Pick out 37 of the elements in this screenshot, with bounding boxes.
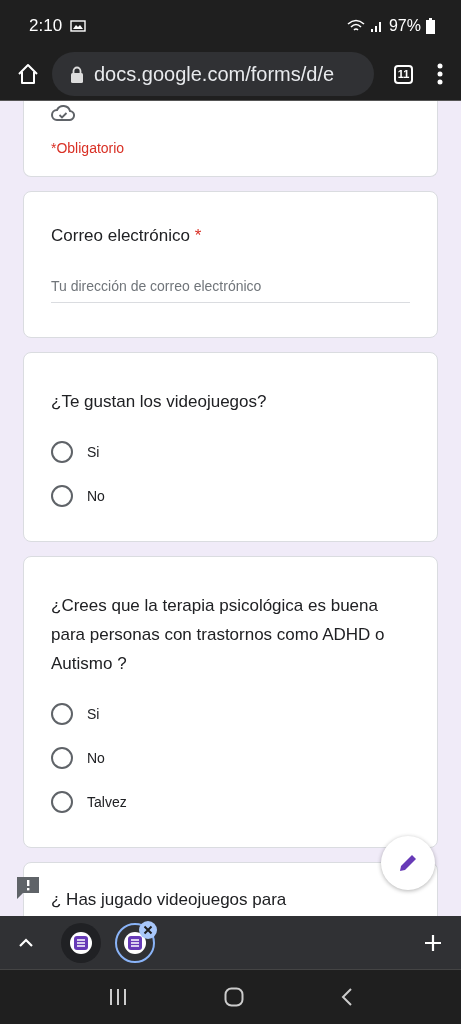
tab-thumbnail[interactable] — [61, 922, 101, 963]
tab-count-button[interactable]: 11 — [394, 64, 413, 84]
question-label: Correo electrónico — [51, 226, 190, 245]
radio-button[interactable] — [51, 703, 73, 725]
address-bar[interactable]: docs.google.com/forms/d/e — [52, 52, 374, 96]
required-note: *Obligatorio — [51, 140, 126, 156]
battery-percentage: 97% — [388, 17, 421, 35]
recent-apps-icon[interactable] — [108, 988, 127, 1006]
question-title: ¿Crees que la terapia psicológica es buena para personas con trastornos como ADHD o Autismo ? — [51, 595, 386, 675]
image-notification-icon — [70, 20, 87, 32]
home-button-icon[interactable] — [223, 987, 244, 1007]
back-icon[interactable] — [340, 987, 353, 1007]
battery-icon — [426, 18, 435, 34]
feedback-icon[interactable] — [16, 876, 40, 900]
option-label[interactable]: Si — [87, 706, 100, 722]
question-title: ¿ Has jugado videojuegos para — [51, 889, 288, 911]
radio-button[interactable] — [51, 791, 73, 813]
pencil-icon — [397, 852, 419, 874]
tab-thumbnail[interactable] — [115, 922, 155, 963]
radio-button[interactable] — [51, 441, 73, 463]
plus-icon[interactable] — [424, 933, 442, 952]
chevron-up-icon[interactable] — [19, 938, 33, 947]
question-title: ¿Te gustan los videojuegos? — [51, 391, 268, 413]
lock-icon — [70, 65, 84, 83]
radio-button[interactable] — [51, 485, 73, 507]
option-label[interactable]: Si — [87, 444, 100, 460]
option-label[interactable]: No — [87, 750, 105, 766]
option-label[interactable]: Talvez — [87, 794, 127, 810]
wifi-icon — [346, 19, 365, 33]
clock-time: 2:10 — [29, 16, 63, 36]
radio-button[interactable] — [51, 747, 73, 769]
option-label[interactable]: No — [87, 488, 105, 504]
more-menu-icon[interactable] — [437, 63, 443, 85]
home-icon[interactable] — [16, 62, 40, 86]
signal-icon — [369, 19, 384, 33]
required-mark: * — [194, 226, 202, 245]
cloud-check-icon — [51, 104, 75, 122]
